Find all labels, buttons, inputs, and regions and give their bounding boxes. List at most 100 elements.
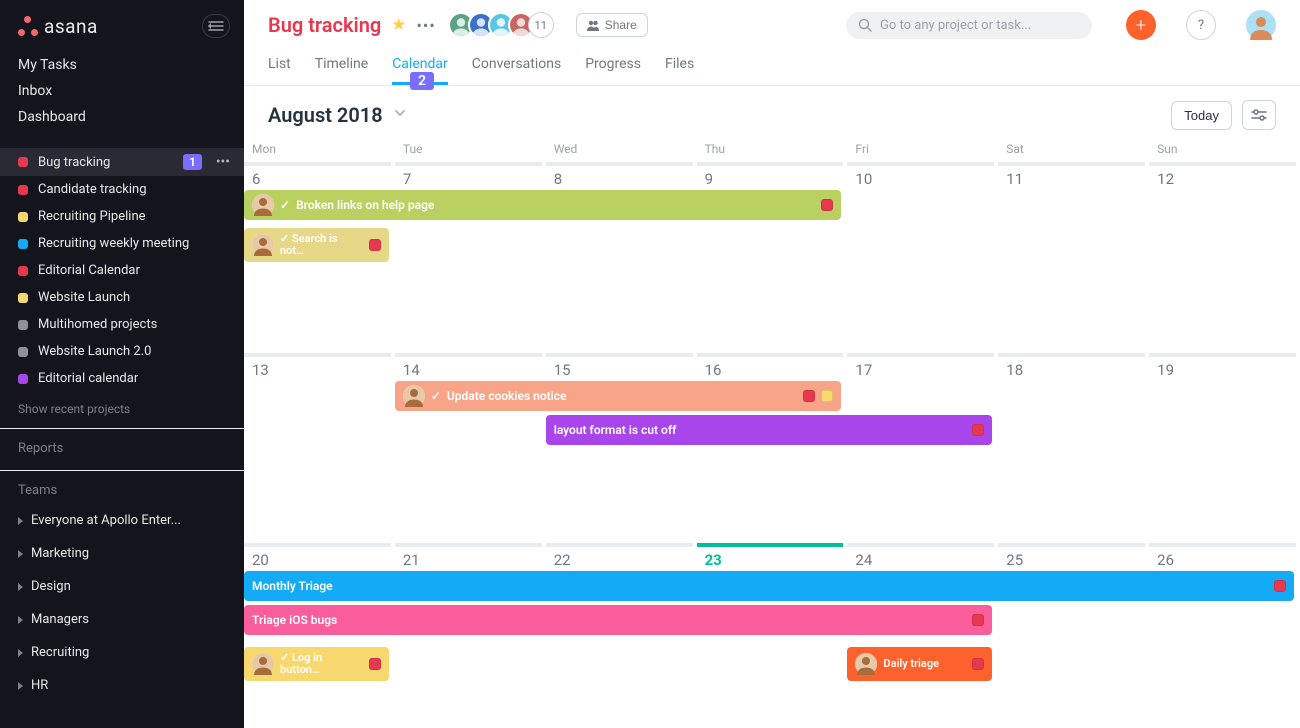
project-badge: 1: [183, 154, 202, 170]
day-number[interactable]: 7: [395, 166, 546, 190]
day-number[interactable]: 16: [697, 357, 848, 381]
sidebar-project-item[interactable]: Candidate tracking: [0, 176, 244, 203]
share-button[interactable]: Share: [576, 13, 648, 37]
tab-timeline[interactable]: Timeline: [315, 52, 368, 85]
sidebar-project-item[interactable]: Editorial Calendar: [0, 257, 244, 284]
caret-right-icon: [18, 649, 23, 657]
calendar-subheader: August 2018 Today: [244, 86, 1300, 138]
project-label: Editorial calendar: [38, 371, 234, 386]
calendar-event[interactable]: ✓ Log in button…: [244, 647, 389, 681]
week-events: ✓Broken links on help page ✓ Search is no…: [244, 190, 1300, 347]
team-item[interactable]: Design: [0, 570, 244, 603]
global-search[interactable]: Go to any project or task...: [846, 12, 1092, 39]
event-label: Monthly Triage: [252, 579, 1268, 593]
calendar-event[interactable]: layout format is cut off: [546, 415, 992, 445]
dow-cell: Fri: [847, 138, 998, 162]
calendar-event[interactable]: Monthly Triage: [244, 571, 1294, 601]
caret-right-icon: [18, 550, 23, 558]
calendar-event[interactable]: Daily triage: [847, 647, 992, 681]
global-add-button[interactable]: +: [1126, 10, 1156, 40]
member-overflow-count[interactable]: 11: [528, 12, 554, 38]
day-number[interactable]: 9: [697, 166, 848, 190]
week-events: Monthly Triage Triage iOS bugs ✓ Log in bu…: [244, 571, 1300, 728]
brand[interactable]: asana: [18, 15, 98, 38]
dashboard-link[interactable]: Dashboard: [0, 104, 244, 130]
day-number[interactable]: 15: [546, 357, 697, 381]
sliders-icon: [1251, 109, 1267, 121]
team-item[interactable]: Everyone at Apollo Enter...: [0, 504, 244, 537]
day-number[interactable]: 11: [998, 166, 1149, 190]
calendar-event[interactable]: ✓Broken links on help page: [244, 190, 841, 220]
today-button[interactable]: Today: [1171, 101, 1232, 130]
day-number[interactable]: 8: [546, 166, 697, 190]
project-color-icon: [18, 157, 28, 167]
day-number[interactable]: 14: [395, 357, 546, 381]
my-tasks-link[interactable]: My Tasks: [0, 52, 244, 78]
calendar-filter-button[interactable]: [1242, 100, 1276, 130]
sidebar-project-item[interactable]: Recruiting Pipeline: [0, 203, 244, 230]
member-avatars[interactable]: 11: [454, 12, 554, 38]
project-label: Website Launch 2.0: [38, 344, 234, 359]
team-item[interactable]: Managers: [0, 603, 244, 636]
reports-link[interactable]: Reports: [0, 429, 244, 462]
star-icon[interactable]: ★: [391, 15, 406, 35]
help-button[interactable]: ?: [1186, 10, 1216, 40]
tab-files[interactable]: Files: [665, 52, 694, 85]
day-number[interactable]: 26: [1149, 547, 1300, 571]
day-number[interactable]: 12: [1149, 166, 1300, 190]
team-item[interactable]: Recruiting: [0, 636, 244, 669]
sidebar-project-item[interactable]: Multihomed projects: [0, 311, 244, 338]
project-color-icon: [18, 374, 28, 384]
assignee-avatar: [252, 234, 274, 256]
team-label: Managers: [31, 612, 89, 627]
day-number[interactable]: 18: [998, 357, 1149, 381]
project-color-icon: [18, 320, 28, 330]
sidebar-project-item[interactable]: Bug tracking1•••: [0, 148, 244, 176]
calendar-dow-row: MonTueWedThuFriSatSun: [244, 138, 1300, 162]
team-item[interactable]: HR: [0, 669, 244, 702]
day-number[interactable]: 20: [244, 547, 395, 571]
sidebar-project-item[interactable]: Website Launch 2.0: [0, 338, 244, 365]
team-item[interactable]: Marketing: [0, 537, 244, 570]
people-icon: [587, 19, 599, 31]
day-number[interactable]: 13: [244, 357, 395, 381]
calendar-event[interactable]: ✓ Search is not…: [244, 228, 389, 262]
day-number[interactable]: 25: [998, 547, 1149, 571]
event-label: Broken links on help page: [296, 198, 815, 212]
month-picker-button[interactable]: [393, 106, 407, 124]
tab-conversations[interactable]: Conversations: [472, 52, 561, 85]
day-number[interactable]: 24: [847, 547, 998, 571]
event-label: Update cookies notice: [447, 389, 797, 403]
day-number[interactable]: 10: [847, 166, 998, 190]
current-user-avatar[interactable]: [1246, 10, 1276, 40]
project-more-icon[interactable]: •••: [212, 154, 234, 170]
day-number[interactable]: 21: [395, 547, 546, 571]
event-tag: [972, 424, 984, 436]
sidebar-project-item[interactable]: Website Launch: [0, 284, 244, 311]
show-recent-projects[interactable]: Show recent projects: [0, 396, 244, 422]
event-label: ✓ Log in button…: [280, 652, 363, 676]
calendar-event[interactable]: Triage iOS bugs: [244, 605, 992, 635]
teams-heading: Teams: [0, 471, 244, 504]
assignee-avatar: [855, 653, 877, 675]
project-tabs: ListTimelineCalendarConversationsProgres…: [268, 52, 1276, 85]
collapse-sidebar-button[interactable]: [202, 14, 230, 38]
caret-right-icon: [18, 517, 23, 525]
inbox-link[interactable]: Inbox: [0, 78, 244, 104]
project-label: Website Launch: [38, 290, 234, 305]
check-icon: ✓: [431, 389, 441, 403]
sidebar-project-item[interactable]: Recruiting weekly meeting: [0, 230, 244, 257]
day-number[interactable]: 17: [847, 357, 998, 381]
day-number[interactable]: 6: [244, 166, 395, 190]
day-number[interactable]: 22: [546, 547, 697, 571]
event-label: layout format is cut off: [554, 423, 966, 437]
calendar-event[interactable]: ✓ Update cookies notice: [395, 381, 841, 411]
tab-progress[interactable]: Progress: [585, 52, 641, 85]
team-label: HR: [31, 678, 48, 693]
sidebar-project-item[interactable]: Editorial calendar: [0, 365, 244, 392]
tab-list[interactable]: List: [268, 52, 291, 85]
more-actions-button[interactable]: •••: [417, 16, 436, 35]
day-number[interactable]: 19: [1149, 357, 1300, 381]
chevron-down-icon: [393, 106, 407, 120]
day-number[interactable]: 23: [697, 547, 848, 571]
